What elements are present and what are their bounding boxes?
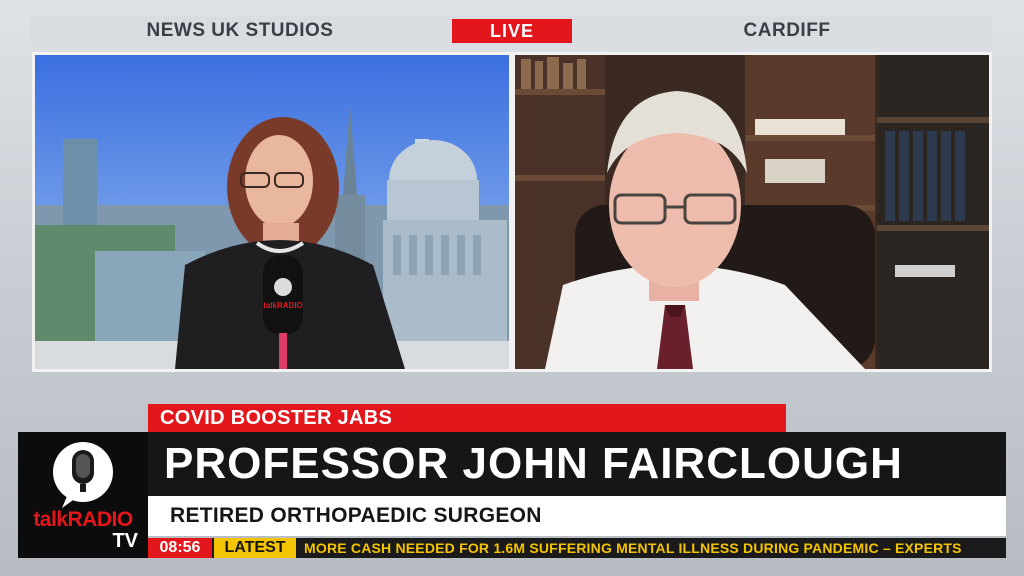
remote-video-feed — [512, 52, 992, 372]
remote-scene — [515, 55, 989, 369]
microphone-logo-icon — [53, 442, 113, 508]
ticker-label: LATEST — [214, 538, 296, 558]
guest-title: RETIRED ORTHOPAEDIC SURGEON — [148, 496, 1006, 536]
topic-strap: COVID BOOSTER JABS — [148, 404, 786, 432]
ticker-headline: MORE CASH NEEDED FOR 1.6M SUFFERING MENT… — [304, 540, 962, 556]
ticker-clock: 08:56 — [148, 538, 212, 558]
live-badge: LIVE — [452, 19, 572, 43]
studio-location-label: NEWS UK STUDIOS — [146, 20, 334, 41]
news-ticker: 08:56 LATEST MORE CASH NEEDED FOR 1.6M S… — [148, 538, 1006, 558]
guest-name: PROFESSOR JOHN FAIRCLOUGH — [148, 432, 1006, 496]
studio-video-feed: talkRADIO — [32, 52, 512, 372]
logo-wordmark: talkRADIO — [33, 508, 133, 531]
logo-tv-mark: TV — [112, 530, 138, 552]
skyscraper-shape — [63, 139, 97, 229]
remote-location-label: CARDIFF — [743, 20, 831, 41]
top-bar: NEWS UK STUDIOS LIVE CARDIFF — [30, 16, 992, 46]
mic-flag-text: talkRADIO — [263, 301, 303, 310]
studio-scene: talkRADIO — [35, 55, 509, 369]
channel-logo: talkRADIO TV — [18, 432, 148, 558]
guest-face — [609, 123, 741, 287]
